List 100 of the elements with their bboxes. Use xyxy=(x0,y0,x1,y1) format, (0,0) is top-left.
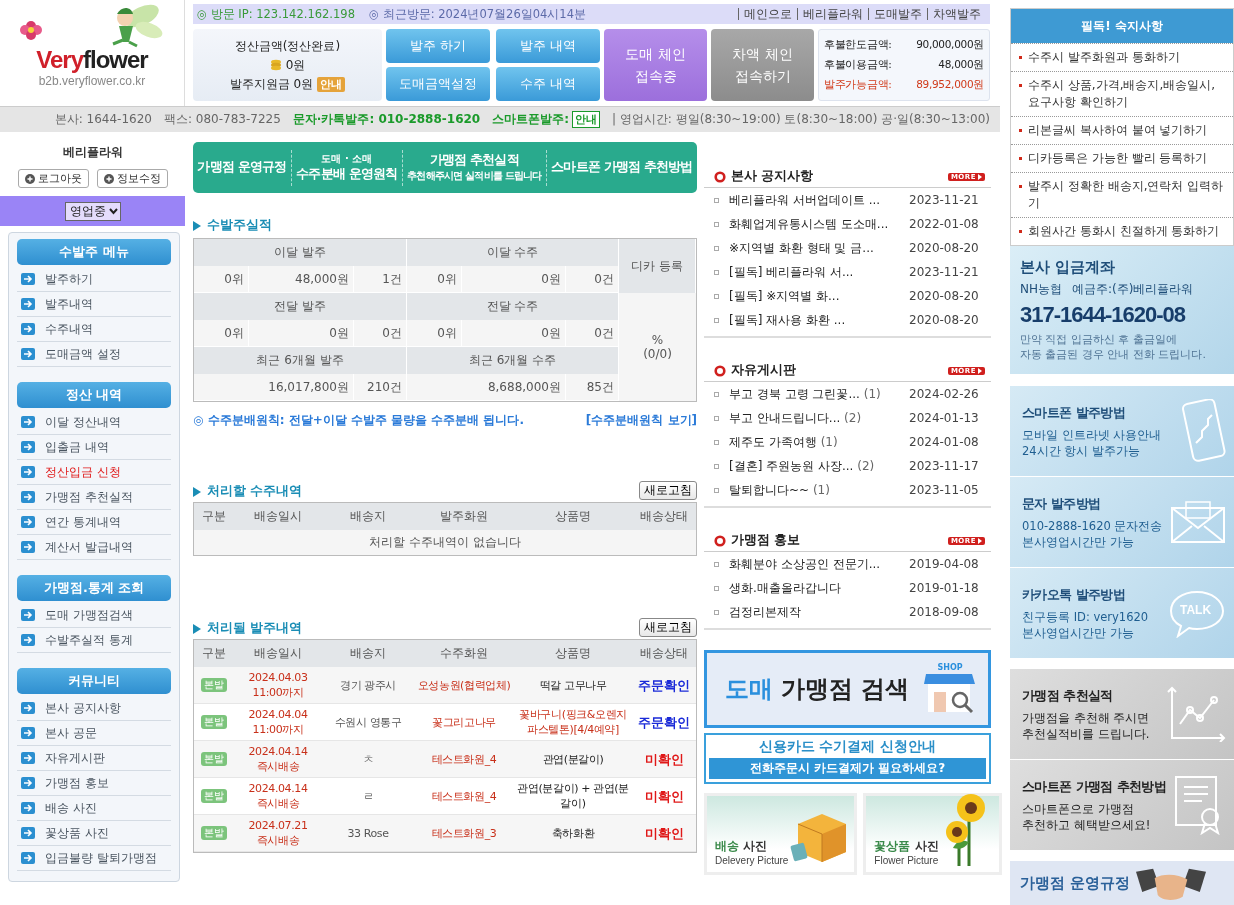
arrow-icon xyxy=(21,777,35,789)
tile-title: 배송 사진 xyxy=(715,838,769,855)
smartphone-icon xyxy=(1182,399,1226,463)
speech-bubble-icon xyxy=(1168,588,1226,638)
logo-wordmark[interactable]: Veryflower xyxy=(36,46,148,74)
table-header: 이달 수주 xyxy=(407,239,619,266)
order-method-card[interactable]: 카카오톡 발주방법 친구등록 ID: very1620 본사영업시간만 가능 TALK xyxy=(1010,568,1234,659)
post-title[interactable]: 제주도 가족여행 (1) xyxy=(729,433,909,451)
column-header: 배송지 xyxy=(322,640,414,667)
table-cell: 2024.07.21 즉시배송 xyxy=(234,815,322,852)
notice-title: 필독! 숙지사항 xyxy=(1011,9,1233,43)
menu-item[interactable]: 입금불량 탈퇴가맹점 xyxy=(45,849,157,867)
post-title[interactable]: 생화.매출올라갑니다 xyxy=(729,579,909,597)
menu-item[interactable]: 입출금 내역 xyxy=(45,438,109,456)
menu-item[interactable]: 이달 정산내역 xyxy=(45,413,121,431)
type-tag: 본발 xyxy=(201,752,227,766)
menu-item[interactable]: 수주내역 xyxy=(45,320,93,338)
account-button[interactable]: 로그아웃 xyxy=(17,169,89,188)
status-link[interactable]: 미확인 xyxy=(644,788,684,804)
status-dropdown[interactable]: 영업중 xyxy=(64,201,121,221)
table-cell: 0건 xyxy=(566,320,619,347)
menu-item[interactable]: 가맹점 추천실적 xyxy=(45,488,133,506)
triangle-icon xyxy=(978,367,982,374)
view-link[interactable]: [수주분배원칙 보기] xyxy=(585,412,697,429)
promo-card[interactable]: 가맹점 추천실적 가맹점을 추천해 주시면 추천실적비를 드립니다. xyxy=(1010,669,1234,760)
banner-title: 가맹점 운영규정 xyxy=(1020,873,1131,893)
post-title[interactable]: [결혼] 주원농원 사장... (2) xyxy=(729,457,909,475)
table-cell: 축하화환 xyxy=(514,815,632,852)
banner-subtitle: 추천해주시면 실적비를 드립니다 xyxy=(407,169,542,183)
post-title[interactable]: 화훼업계유통시스템 도소매... xyxy=(729,215,909,233)
table-cell: ㅊ xyxy=(322,741,414,778)
menu-item[interactable]: 발주내역 xyxy=(45,295,93,313)
bullet-icon xyxy=(714,245,719,251)
post-title[interactable]: 부고 경북 고령 그린꽃... (1) xyxy=(729,385,909,403)
menu-group-title: 커뮤니티 xyxy=(17,668,171,694)
credit-label: 발주가능금액: xyxy=(824,78,892,92)
post-date: 2019-01-18 xyxy=(909,581,979,595)
menu-item[interactable]: 계산서 발급내역 xyxy=(45,538,133,556)
post-date: 2023-11-17 xyxy=(909,459,979,473)
arrow-icon xyxy=(21,273,35,285)
post-title[interactable]: 베리플라워 서버업데이트 ... xyxy=(729,191,909,209)
bullet-icon xyxy=(714,439,719,445)
notice-item: 수주시 상품,가격,배송지,배송일시, 요구사항 확인하기 xyxy=(1028,77,1217,111)
table-cell: (0/0) xyxy=(643,347,672,361)
card-payment-banner[interactable]: 신용카드 수기결제 신청안내 전화주문시 카드결제가 필요하세요? xyxy=(704,733,991,784)
refresh-button[interactable]: 새로고침 xyxy=(639,618,697,637)
top-link[interactable]: 메인으로 xyxy=(738,8,797,20)
table-cell: 경기 광주시 xyxy=(322,667,414,704)
menu-item[interactable]: 가맹점 홍보 xyxy=(45,774,109,792)
top-link[interactable]: 도매발주 xyxy=(868,8,927,20)
post-title[interactable]: 화훼분야 소상공인 전문기... xyxy=(729,555,909,573)
triangle-icon xyxy=(193,486,201,497)
menu-item[interactable]: 본사 공지사항 xyxy=(45,699,121,717)
menu-item[interactable]: 연간 통계내역 xyxy=(45,513,121,531)
info-badge[interactable]: 안내 xyxy=(572,111,600,128)
table-cell: 떡갈 고무나무 xyxy=(514,667,632,704)
store-search-banner[interactable]: 도매 가맹점 검색 SHOP xyxy=(704,650,991,728)
column-header: 배송일시 xyxy=(234,640,322,667)
promo-card[interactable]: 스마트폰 가맹점 추천방법 스마트폰으로 가맹점 추천하고 혜택받으세요! xyxy=(1010,760,1234,851)
menu-item[interactable]: 발주하기 xyxy=(45,270,93,288)
talk-label: TALK xyxy=(1180,603,1212,617)
menu-item[interactable]: 수발주실적 통계 xyxy=(45,631,133,649)
shop-label: SHOP xyxy=(937,662,963,672)
post-title[interactable]: 탈퇴합니다~~ (1) xyxy=(729,481,909,499)
menu-item[interactable]: 배송 사진 xyxy=(45,799,97,817)
type-tag: 본발 xyxy=(201,789,227,803)
menu-item[interactable]: 도매 가맹점검색 xyxy=(45,606,133,624)
post-title[interactable]: [필독] 베리플라워 서... xyxy=(729,263,909,281)
bullet-icon xyxy=(714,487,719,493)
table-cell: 관엽(분갈이) xyxy=(514,741,632,778)
post-title[interactable]: [필독] ※지역별 화... xyxy=(729,287,909,305)
status-link[interactable]: 주문확인 xyxy=(638,714,690,730)
menu-item[interactable]: 본사 공문 xyxy=(45,724,97,742)
table-cell: 48,000원 xyxy=(249,266,354,293)
photo-tile[interactable]: 꽃상품 사진 Flower Picture xyxy=(863,793,1002,875)
card-title: 가맹점 추천실적 xyxy=(1022,686,1114,705)
refresh-button[interactable]: 새로고침 xyxy=(639,481,697,500)
credit-value: 89,952,000원 xyxy=(916,78,984,92)
card-title: 카카오톡 발주방법 xyxy=(1022,585,1127,604)
top-link[interactable]: 베리플라워 xyxy=(797,8,868,20)
menu-item[interactable]: 자유게시판 xyxy=(45,749,105,767)
photo-tile[interactable]: 배송 사진 Delevery Picture xyxy=(704,793,858,875)
rules-banner[interactable]: 가맹점 운영규정 xyxy=(1010,861,1234,905)
order-method-card[interactable]: 스마트폰 발주방법 모바일 인트라넷 사용안내 24시간 항시 발주가능 xyxy=(1010,386,1234,477)
menu-item[interactable]: 도매금액 설정 xyxy=(45,345,121,363)
menu-item[interactable]: 정산입금 신청 xyxy=(45,463,121,481)
menu-item[interactable]: 꽃상품 사진 xyxy=(45,824,109,842)
post-title[interactable]: ※지역별 화환 형태 및 금... xyxy=(729,239,909,257)
coins-icon xyxy=(269,59,282,71)
account-button[interactable]: 정보수정 xyxy=(96,169,168,188)
table-cell: 0위 xyxy=(194,320,249,347)
type-tag: 본발 xyxy=(201,678,227,692)
bullet-icon xyxy=(1019,230,1022,233)
post-title[interactable]: [필독] 재사용 화환 ... xyxy=(729,311,909,329)
post-title[interactable]: 검정리본제작 xyxy=(729,603,909,621)
post-date: 2023-11-05 xyxy=(909,483,979,497)
arrow-icon xyxy=(21,727,35,739)
top-link[interactable]: 차액발주 xyxy=(927,8,986,20)
post-title[interactable]: 부고 안내드립니다... (2) xyxy=(729,409,909,427)
order-method-card[interactable]: 문자 발주방법 010-2888-1620 문자전송 본사영업시간만 가능 xyxy=(1010,477,1234,568)
